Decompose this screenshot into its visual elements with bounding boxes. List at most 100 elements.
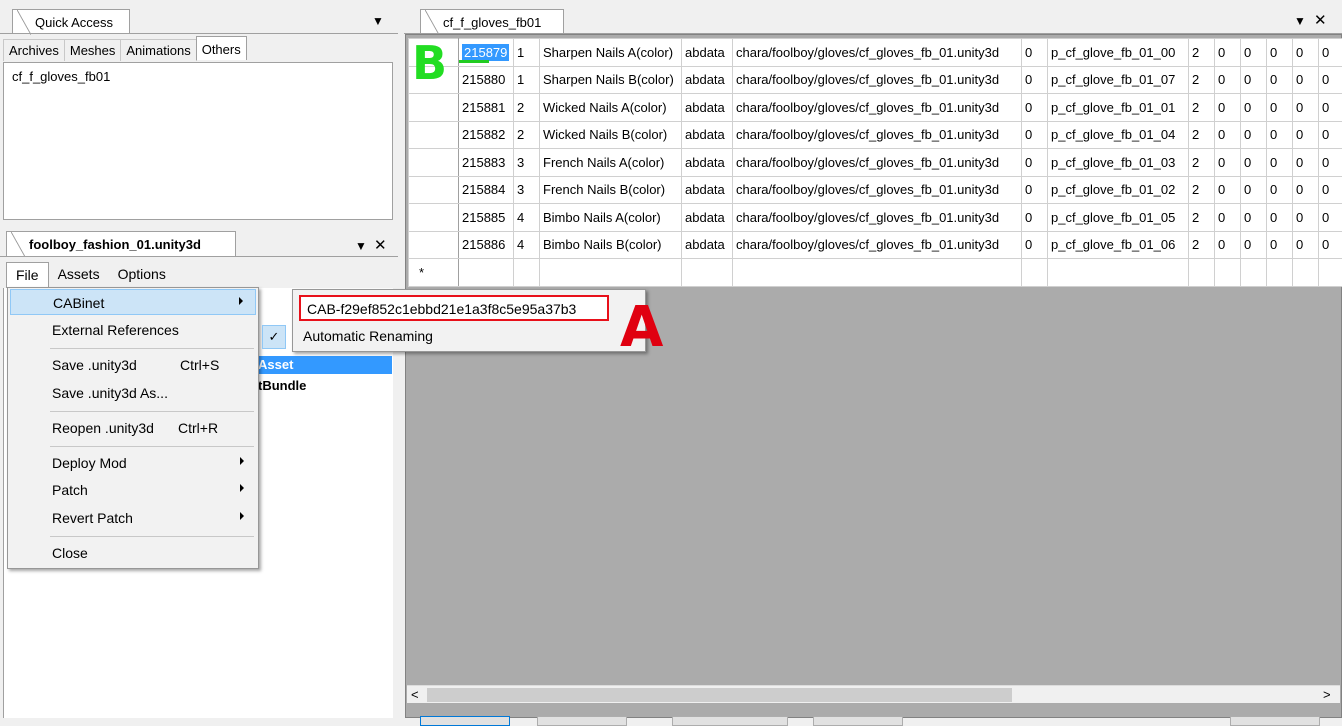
table-row[interactable]: 2158791Sharpen Nails A(color)abdatachara… xyxy=(409,39,1342,67)
table-cell[interactable]: chara/foolboy/gloves/cf_gloves_fb_01.uni… xyxy=(733,204,1022,232)
table-cell[interactable]: 0 xyxy=(1267,204,1293,232)
splitter[interactable] xyxy=(398,0,404,721)
new-row[interactable]: * xyxy=(409,259,1342,287)
row-header[interactable] xyxy=(409,176,459,204)
table-cell[interactable]: 0 xyxy=(1241,94,1267,122)
table-cell[interactable]: chara/foolboy/gloves/cf_gloves_fb_01.uni… xyxy=(733,176,1022,204)
table-cell[interactable]: 0 xyxy=(1241,176,1267,204)
table-cell[interactable]: 215880 xyxy=(459,66,514,94)
table-cell[interactable]: chara/foolboy/gloves/cf_gloves_fb_01.uni… xyxy=(733,94,1022,122)
table-cell[interactable] xyxy=(1267,259,1293,287)
table-cell[interactable]: 0 xyxy=(1293,231,1319,259)
table-cell[interactable]: Sharpen Nails A(color) xyxy=(540,39,682,67)
table-cell[interactable]: abdata xyxy=(682,204,733,232)
table-cell[interactable]: Wicked Nails A(color) xyxy=(540,94,682,122)
table-cell[interactable]: abdata xyxy=(682,149,733,177)
table-cell[interactable]: 0 xyxy=(1022,204,1048,232)
tree-item[interactable]: tBundle xyxy=(258,378,306,393)
cab-name-input[interactable]: CAB-f29ef852c1ebbd21e1a3f8c5e95a37b3 xyxy=(299,295,609,321)
table-cell[interactable]: p_cf_glove_fb_01_01 xyxy=(1048,94,1189,122)
table-cell[interactable]: 0 xyxy=(1241,39,1267,67)
table-row[interactable]: 2158854Bimbo Nails A(color)abdatachara/f… xyxy=(409,204,1342,232)
table-cell[interactable]: p_cf_glove_fb_01_05 xyxy=(1048,204,1189,232)
table-cell[interactable]: 0 xyxy=(1241,121,1267,149)
menu-item-save[interactable]: Save .unity3dCtrl+S xyxy=(10,352,256,378)
menu-file[interactable]: File xyxy=(6,262,49,288)
table-cell[interactable]: 0 xyxy=(1022,149,1048,177)
table-cell[interactable]: 215885 xyxy=(459,204,514,232)
table-cell[interactable]: 2 xyxy=(1189,231,1215,259)
table-cell[interactable]: French Nails B(color) xyxy=(540,176,682,204)
table-cell[interactable]: 0 xyxy=(1293,149,1319,177)
table-cell[interactable]: 0 xyxy=(1241,231,1267,259)
table-cell[interactable]: 215882 xyxy=(459,121,514,149)
table-cell[interactable]: p_cf_glove_fb_01_07 xyxy=(1048,66,1189,94)
table-cell[interactable]: abdata xyxy=(682,176,733,204)
table-cell[interactable]: 0 xyxy=(1267,39,1293,67)
table-cell[interactable]: 0 xyxy=(1241,149,1267,177)
row-header[interactable] xyxy=(409,94,459,122)
checkmark-icon[interactable]: ✓ xyxy=(262,325,286,349)
table-cell[interactable]: 3 xyxy=(514,149,540,177)
table-cell[interactable]: 2 xyxy=(1189,66,1215,94)
close-icon[interactable]: ✕ xyxy=(374,236,387,254)
table-cell[interactable]: abdata xyxy=(682,121,733,149)
toolbar-button[interactable] xyxy=(1230,716,1320,726)
table-cell[interactable]: Bimbo Nails A(color) xyxy=(540,204,682,232)
table-cell[interactable]: 2 xyxy=(1189,121,1215,149)
chevron-down-icon[interactable]: ▼ xyxy=(1294,14,1306,28)
table-cell[interactable]: 215886 xyxy=(459,231,514,259)
table-cell[interactable]: 0 xyxy=(1293,39,1319,67)
table-cell[interactable] xyxy=(514,259,540,287)
table-cell[interactable]: 0 xyxy=(1022,66,1048,94)
table-cell[interactable] xyxy=(540,259,682,287)
table-cell[interactable]: 0 xyxy=(1267,231,1293,259)
table-cell[interactable]: 0 xyxy=(1215,94,1241,122)
table-cell[interactable]: 2 xyxy=(1189,176,1215,204)
table-row[interactable]: 2158812Wicked Nails A(color)abdatachara/… xyxy=(409,94,1342,122)
table-cell[interactable]: abdata xyxy=(682,39,733,67)
menu-item-patch[interactable]: Patch xyxy=(10,477,256,503)
table-cell[interactable]: 2 xyxy=(514,121,540,149)
table-row[interactable]: 2158843French Nails B(color)abdatachara/… xyxy=(409,176,1342,204)
menu-item-automatic-renaming[interactable]: Automatic Renaming xyxy=(303,328,433,344)
tab-archives[interactable]: Archives xyxy=(3,39,65,61)
toolbar-button[interactable] xyxy=(813,716,903,726)
chevron-left-icon[interactable]: < xyxy=(411,687,419,702)
horizontal-scrollbar[interactable]: < > xyxy=(407,685,1340,703)
table-cell[interactable]: 2 xyxy=(514,94,540,122)
table-cell[interactable]: p_cf_glove_fb_01_06 xyxy=(1048,231,1189,259)
row-header[interactable] xyxy=(409,149,459,177)
toolbar-button[interactable] xyxy=(672,716,788,726)
table-cell[interactable]: chara/foolboy/gloves/cf_gloves_fb_01.uni… xyxy=(733,231,1022,259)
table-cell[interactable]: 0 xyxy=(1319,231,1342,259)
table-row[interactable]: 2158822Wicked Nails B(color)abdatachara/… xyxy=(409,121,1342,149)
table-cell[interactable]: p_cf_glove_fb_01_00 xyxy=(1048,39,1189,67)
table-cell[interactable]: 0 xyxy=(1319,176,1342,204)
table-cell[interactable]: 0 xyxy=(1319,121,1342,149)
table-cell[interactable]: 0 xyxy=(1022,94,1048,122)
table-cell[interactable] xyxy=(1319,259,1342,287)
tab-others[interactable]: Others xyxy=(196,36,247,60)
menu-item-revert-patch[interactable]: Revert Patch xyxy=(10,505,256,531)
menu-item-reopen[interactable]: Reopen .unity3dCtrl+R xyxy=(10,415,256,441)
table-cell[interactable]: 1 xyxy=(514,66,540,94)
table-cell[interactable]: 0 xyxy=(1293,66,1319,94)
table-cell[interactable]: 0 xyxy=(1293,121,1319,149)
table-cell[interactable]: 4 xyxy=(514,204,540,232)
menu-item-save-as[interactable]: Save .unity3d As... xyxy=(10,380,256,406)
table-cell[interactable]: 0 xyxy=(1215,39,1241,67)
table-cell[interactable]: 0 xyxy=(1293,204,1319,232)
tab-animations[interactable]: Animations xyxy=(120,39,196,61)
table-cell[interactable]: 1 xyxy=(514,39,540,67)
table-cell[interactable]: Bimbo Nails B(color) xyxy=(540,231,682,259)
table-cell[interactable]: 0 xyxy=(1267,94,1293,122)
table-cell[interactable]: chara/foolboy/gloves/cf_gloves_fb_01.uni… xyxy=(733,39,1022,67)
chevron-down-icon[interactable]: ▼ xyxy=(355,239,367,253)
table-cell[interactable]: p_cf_glove_fb_01_04 xyxy=(1048,121,1189,149)
chevron-right-icon[interactable]: > xyxy=(1323,687,1331,702)
menu-item-external-references[interactable]: External References xyxy=(10,317,256,343)
row-header[interactable] xyxy=(409,121,459,149)
menu-options[interactable]: Options xyxy=(109,262,175,288)
table-cell[interactable]: 0 xyxy=(1319,204,1342,232)
